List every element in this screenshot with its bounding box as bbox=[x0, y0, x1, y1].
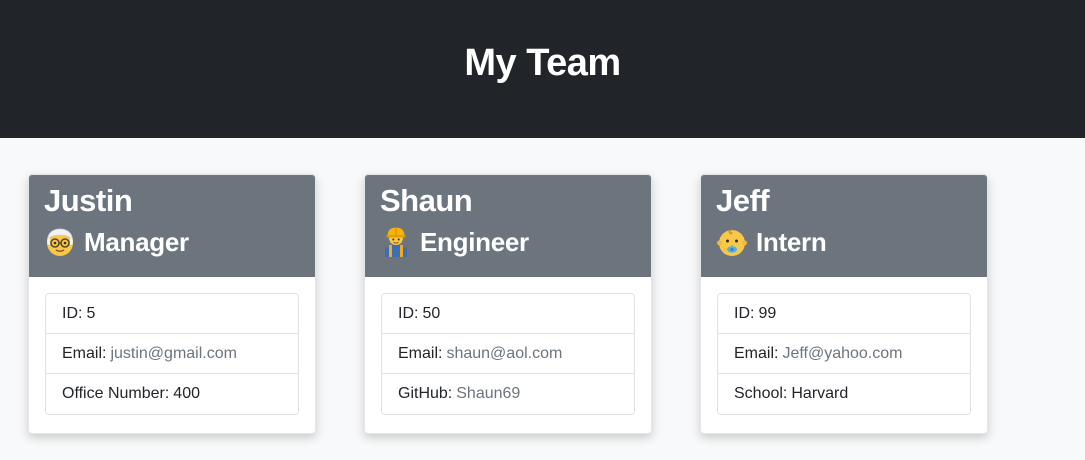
card-body: ID: 50 Email: shaun@aol.com GitHub: Shau… bbox=[365, 277, 651, 415]
page-header: My Team bbox=[0, 0, 1085, 138]
employee-card-manager: Justin Manager ID: 5 Email: justin@gmail… bbox=[28, 174, 316, 434]
github-label: GitHub: bbox=[398, 385, 453, 402]
older-person-icon bbox=[44, 226, 76, 258]
school-value: Harvard bbox=[791, 385, 849, 402]
employee-name: Justin bbox=[44, 183, 133, 218]
employee-role: Intern bbox=[716, 225, 972, 259]
office-number-value: 400 bbox=[173, 385, 200, 402]
role-label: Manager bbox=[84, 227, 189, 257]
list-item-id: ID: 50 bbox=[382, 294, 634, 334]
school-label: School: bbox=[734, 385, 788, 402]
employee-details: ID: 5 Email: justin@gmail.com Office Num… bbox=[45, 293, 299, 415]
list-item-email: Email: shaun@aol.com bbox=[382, 334, 634, 374]
card-header: Shaun Engineer bbox=[365, 175, 651, 277]
email-label: Email: bbox=[398, 344, 443, 362]
employee-name: Shaun bbox=[380, 183, 473, 218]
list-item-school: School: Harvard bbox=[718, 374, 970, 414]
id-label: ID: bbox=[734, 304, 755, 322]
employee-card-engineer: Shaun Engineer ID: 50 Email: shaun@aol.c… bbox=[364, 174, 652, 434]
email-label: Email: bbox=[62, 344, 107, 362]
team-cards: Justin Manager ID: 5 Email: justin@gmail… bbox=[0, 138, 1085, 460]
list-item-email: Email: justin@gmail.com bbox=[46, 334, 298, 374]
id-value: 5 bbox=[86, 304, 96, 322]
list-item-office-number: Office Number: 400 bbox=[46, 374, 298, 414]
github-link[interactable]: Shaun69 bbox=[456, 385, 520, 403]
id-label: ID: bbox=[62, 304, 83, 322]
list-item-github: GitHub: Shaun69 bbox=[382, 374, 634, 414]
employee-details: ID: 99 Email: Jeff@yahoo.com School: Har… bbox=[717, 293, 971, 415]
card-body: ID: 99 Email: Jeff@yahoo.com School: Har… bbox=[701, 277, 987, 415]
employee-role: Engineer bbox=[380, 225, 636, 259]
role-label: Intern bbox=[756, 227, 827, 257]
card-body: ID: 5 Email: justin@gmail.com Office Num… bbox=[29, 277, 315, 415]
card-header: Justin Manager bbox=[29, 175, 315, 277]
employee-details: ID: 50 Email: shaun@aol.com GitHub: Shau… bbox=[381, 293, 635, 415]
role-label: Engineer bbox=[420, 227, 529, 257]
id-value: 50 bbox=[422, 304, 441, 322]
baby-icon bbox=[716, 226, 748, 258]
page-title: My Team bbox=[464, 41, 621, 84]
email-label: Email: bbox=[734, 344, 779, 362]
id-value: 99 bbox=[758, 304, 777, 322]
employee-name: Jeff bbox=[716, 183, 770, 218]
email-link[interactable]: justin@gmail.com bbox=[110, 345, 237, 363]
list-item-id: ID: 99 bbox=[718, 294, 970, 334]
card-header: Jeff Intern bbox=[701, 175, 987, 277]
email-link[interactable]: shaun@aol.com bbox=[446, 345, 562, 363]
office-number-label: Office Number: bbox=[62, 385, 170, 402]
id-label: ID: bbox=[398, 304, 419, 322]
email-link[interactable]: Jeff@yahoo.com bbox=[782, 345, 902, 363]
list-item-email: Email: Jeff@yahoo.com bbox=[718, 334, 970, 374]
employee-card-intern: Jeff Intern ID: 99 Email: Jeff@yahoo.com… bbox=[700, 174, 988, 434]
list-item-id: ID: 5 bbox=[46, 294, 298, 334]
construction-worker-icon bbox=[380, 226, 412, 258]
employee-role: Manager bbox=[44, 225, 300, 259]
